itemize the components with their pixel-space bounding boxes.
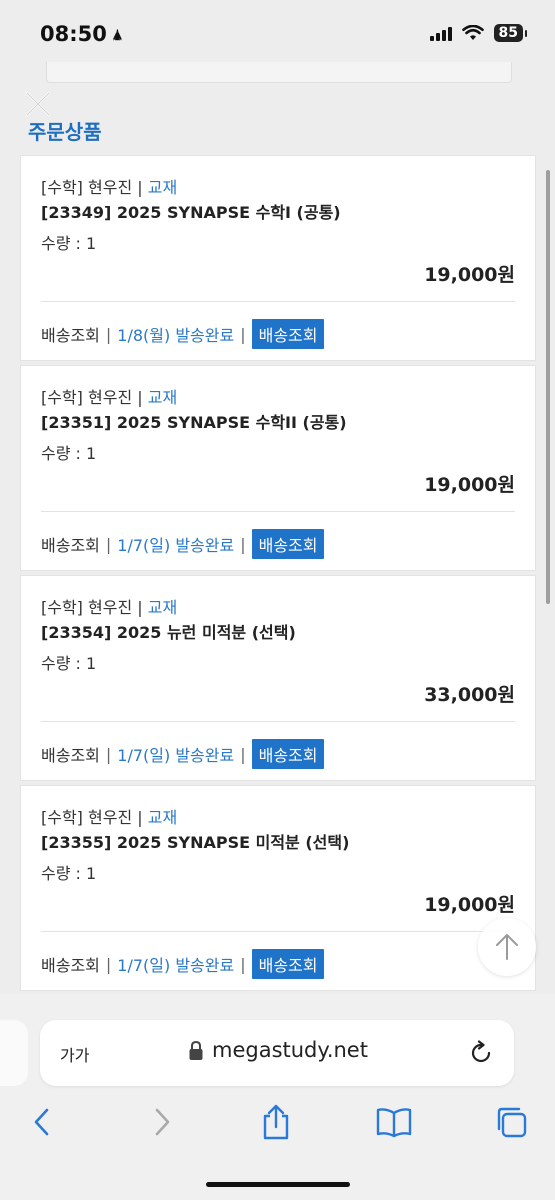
separator: |	[137, 808, 143, 827]
separator: |	[137, 388, 143, 407]
shipping-row: 배송조회 | 1/8(월) 발송완료 | 배송조회	[41, 319, 325, 349]
cellular-signal-icon	[429, 25, 452, 41]
product-title: [23349] 2025 SYNAPSE 수학I (공통)	[41, 203, 341, 222]
forward-button[interactable]	[142, 1102, 182, 1142]
divider	[41, 931, 515, 932]
product-title: [23354] 2025 뉴런 미적분 (선택)	[41, 623, 296, 642]
price-text: 33,000원	[424, 684, 515, 706]
tabs-button[interactable]	[492, 1102, 532, 1142]
separator: |	[137, 178, 143, 197]
separator: |	[105, 954, 112, 974]
price-text: 19,000원	[424, 894, 515, 916]
lock-icon	[189, 1040, 203, 1060]
category-label: [수학]	[41, 598, 83, 617]
scroll-to-top-button[interactable]	[478, 918, 536, 976]
shipping-label: 배송조회	[41, 536, 100, 555]
previous-tab-peek[interactable]	[0, 1020, 28, 1086]
track-shipping-button[interactable]: 배송조회	[251, 319, 325, 349]
separator: |	[105, 534, 112, 554]
chevron-right-icon	[155, 1108, 170, 1136]
product-title: [23355] 2025 SYNAPSE 미적분 (선택)	[41, 833, 350, 852]
share-button[interactable]	[256, 1102, 296, 1142]
separator: |	[240, 534, 246, 554]
material-type-link[interactable]: 교재	[148, 808, 177, 827]
teacher-name: 현우진	[88, 598, 133, 617]
order-meta: [수학] 현우진 | 교재	[41, 174, 177, 198]
order-meta: [수학] 현우진 | 교재	[41, 594, 177, 618]
separator: |	[105, 744, 112, 764]
quantity-text: 수량 : 1	[41, 234, 97, 253]
shipping-status: 1/7(일) 발송완료	[117, 536, 235, 555]
reload-icon[interactable]	[468, 1040, 494, 1066]
order-meta: [수학] 현우진 | 교재	[41, 384, 177, 408]
focus-mode-icon: 🛦	[112, 28, 122, 43]
teacher-name: 현우진	[88, 808, 133, 827]
address-bar[interactable]: 가가 megastudy.net	[40, 1020, 514, 1086]
material-type-link[interactable]: 교재	[148, 388, 177, 407]
price-text: 19,000원	[424, 264, 515, 286]
shipping-row: 배송조회 | 1/7(일) 발송완료 | 배송조회	[41, 949, 325, 979]
separator: |	[105, 324, 112, 344]
chevron-left-icon	[34, 1108, 49, 1136]
separator: |	[240, 324, 246, 344]
order-item: [수학] 현우진 | 교재 [23351] 2025 SYNAPSE 수학II …	[20, 365, 536, 571]
previous-card-edge	[46, 62, 512, 83]
close-icon[interactable]	[24, 90, 52, 118]
home-indicator	[206, 1182, 350, 1187]
divider	[41, 511, 515, 512]
price-text: 19,000원	[424, 474, 515, 496]
quantity-text: 수량 : 1	[41, 864, 97, 883]
divider	[41, 301, 515, 302]
material-type-link[interactable]: 교재	[148, 598, 177, 617]
material-type-link[interactable]: 교재	[148, 178, 177, 197]
category-label: [수학]	[41, 388, 83, 407]
scrollbar[interactable]	[546, 170, 550, 604]
shipping-label: 배송조회	[41, 746, 100, 765]
wifi-icon	[461, 25, 484, 40]
browser-toolbar	[0, 1100, 555, 1148]
section-title: 주문상품	[28, 120, 102, 144]
product-title: [23351] 2025 SYNAPSE 수학II (공통)	[41, 413, 347, 432]
teacher-name: 현우진	[88, 388, 133, 407]
url-text[interactable]: megastudy.net	[212, 1038, 368, 1062]
quantity-text: 수량 : 1	[41, 654, 97, 673]
status-indicators: 85	[429, 24, 528, 42]
shipping-label: 배송조회	[41, 326, 100, 345]
status-time: 08:50 🛦	[40, 22, 122, 48]
quantity-text: 수량 : 1	[41, 444, 97, 463]
shipping-status: 1/7(일) 발송완료	[117, 956, 235, 975]
shipping-status: 1/8(월) 발송완료	[117, 326, 235, 345]
text-size-button[interactable]: 가가	[60, 1042, 89, 1066]
divider	[41, 721, 515, 722]
clock-text: 08:50	[40, 22, 107, 46]
separator: |	[137, 598, 143, 617]
order-meta: [수학] 현우진 | 교재	[41, 804, 177, 828]
track-shipping-button[interactable]: 배송조회	[251, 529, 325, 559]
share-icon	[263, 1104, 289, 1140]
shipping-row: 배송조회 | 1/7(일) 발송완료 | 배송조회	[41, 739, 325, 769]
shipping-status: 1/7(일) 발송완료	[117, 746, 235, 765]
shipping-row: 배송조회 | 1/7(일) 발송완료 | 배송조회	[41, 529, 325, 559]
separator: |	[240, 744, 246, 764]
status-bar: 08:50 🛦 85	[0, 0, 555, 70]
tabs-icon	[497, 1107, 527, 1138]
category-label: [수학]	[41, 808, 83, 827]
category-label: [수학]	[41, 178, 83, 197]
track-shipping-button[interactable]: 배송조회	[251, 949, 325, 979]
arrow-up-icon	[496, 934, 518, 960]
order-item: [수학] 현우진 | 교재 [23354] 2025 뉴런 미적분 (선택) 수…	[20, 575, 536, 781]
battery-icon: 85	[493, 24, 528, 42]
track-shipping-button[interactable]: 배송조회	[251, 739, 325, 769]
order-item: [수학] 현우진 | 교재 [23355] 2025 SYNAPSE 미적분 (…	[20, 785, 536, 991]
book-icon	[376, 1108, 412, 1138]
order-item: [수학] 현우진 | 교재 [23349] 2025 SYNAPSE 수학I (…	[20, 155, 536, 361]
teacher-name: 현우진	[88, 178, 133, 197]
shipping-label: 배송조회	[41, 956, 100, 975]
separator: |	[240, 954, 246, 974]
bookmarks-button[interactable]	[374, 1102, 414, 1142]
back-button[interactable]	[22, 1102, 62, 1142]
